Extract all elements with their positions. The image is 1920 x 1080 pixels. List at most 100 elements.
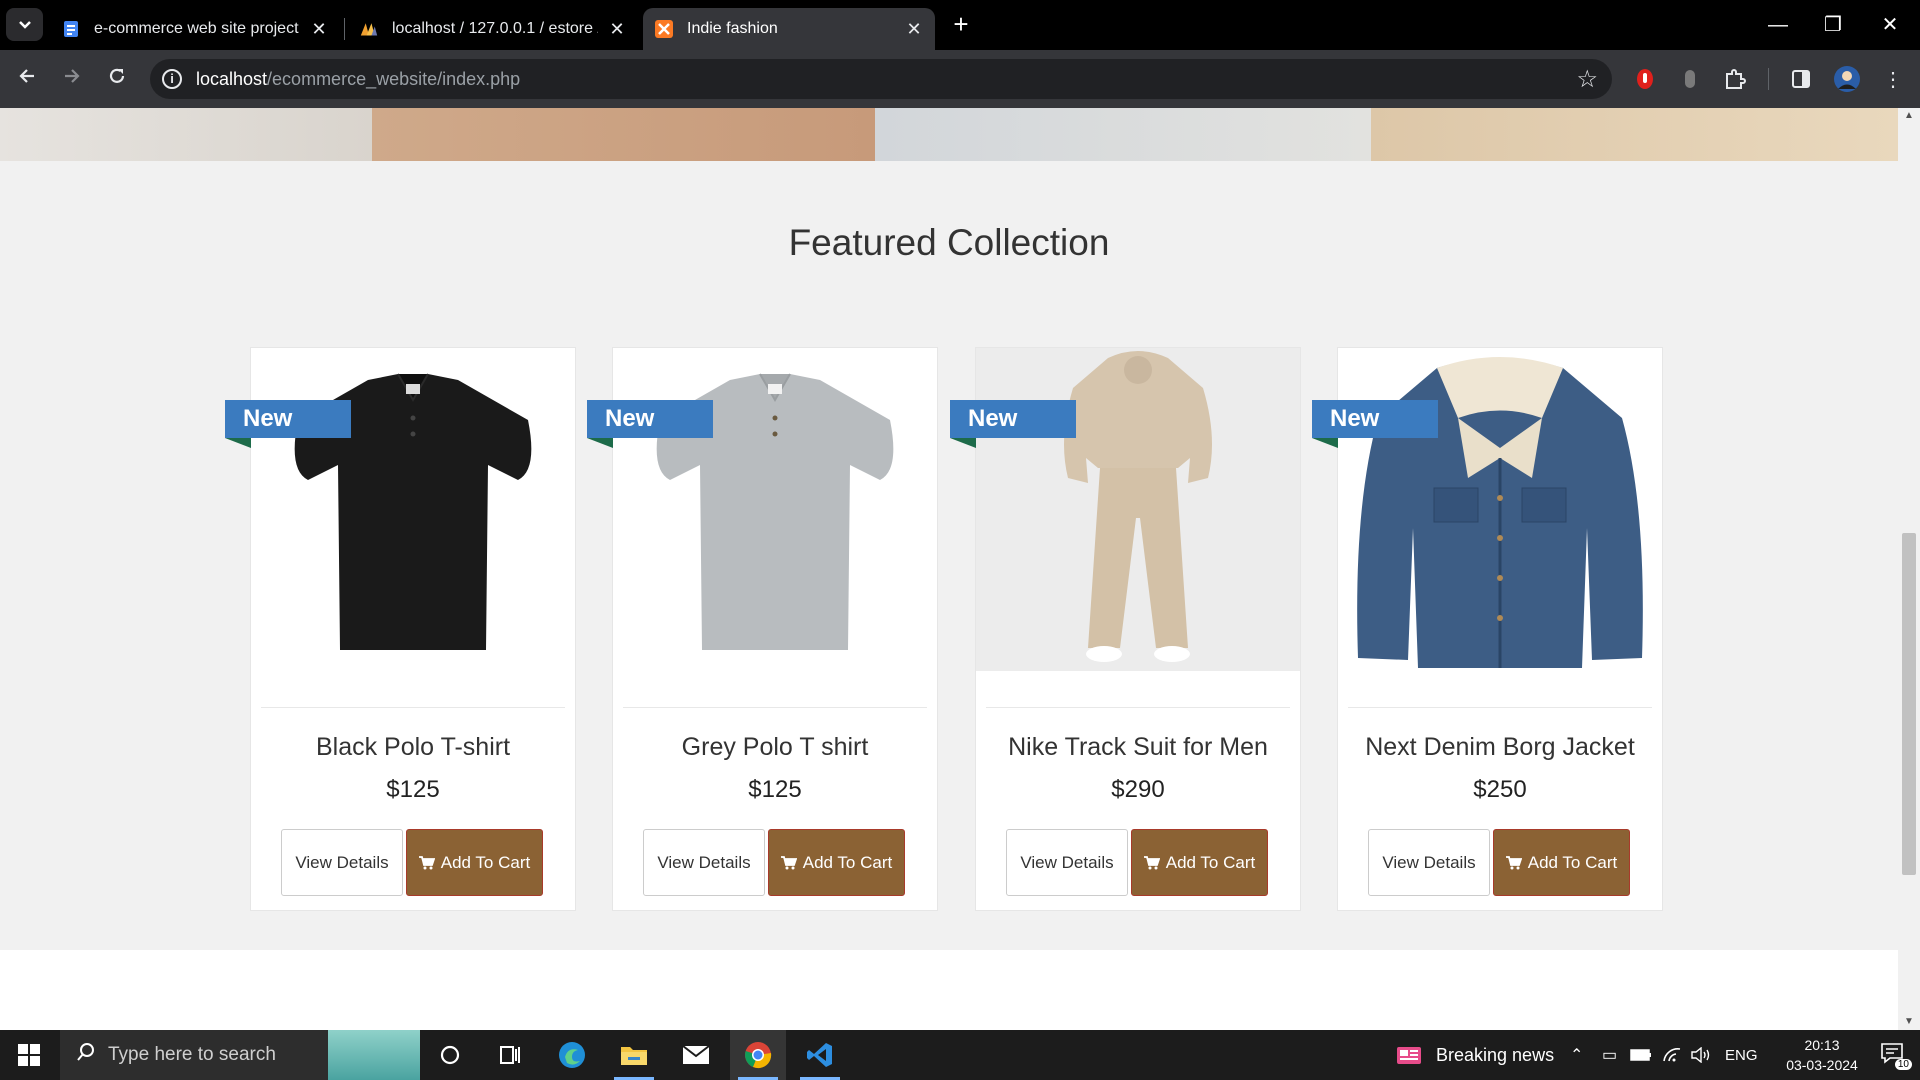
add-to-cart-label: Add To Cart	[1527, 852, 1618, 872]
news-widget[interactable]: Breaking news	[1396, 1030, 1554, 1080]
hero-banner-strip	[0, 108, 1898, 161]
cart-icon	[780, 855, 797, 870]
search-icon	[76, 1042, 96, 1068]
new-badge-fold	[1312, 438, 1338, 448]
forward-arrow-icon[interactable]	[57, 64, 87, 94]
tab-title: Indie fashion	[687, 20, 778, 37]
view-details-button[interactable]: View Details	[281, 829, 403, 896]
product-card: New Next Denim Borg Jacket $250 View Det…	[1312, 347, 1663, 911]
tab-title: e-commerce web site project | F	[94, 20, 300, 37]
reload-icon[interactable]	[102, 64, 132, 94]
card-divider	[623, 707, 927, 708]
close-icon[interactable]: ✕	[608, 20, 626, 38]
card-divider	[1348, 707, 1652, 708]
notification-center-icon[interactable]: 10	[1880, 1042, 1912, 1070]
hero-image-sneakers	[0, 108, 372, 161]
new-badge-fold	[950, 438, 976, 448]
product-image[interactable]	[251, 348, 575, 671]
new-badge: New	[1312, 400, 1438, 438]
tray-chevron-up-icon[interactable]: ⌃	[1570, 1030, 1583, 1080]
notification-count-badge: 10	[1894, 1059, 1912, 1070]
close-icon[interactable]: ✕	[905, 20, 923, 38]
new-badge: New	[225, 400, 351, 438]
hero-image-boots	[1371, 108, 1898, 161]
view-details-button[interactable]: View Details	[1006, 829, 1128, 896]
toolbar-divider	[1768, 68, 1769, 90]
volume-icon[interactable]	[1690, 1030, 1712, 1080]
battery-icon[interactable]	[1630, 1030, 1652, 1080]
add-to-cart-label: Add To Cart	[1165, 852, 1256, 872]
product-name: Black Polo T-shirt	[315, 733, 511, 761]
next-section-band	[0, 950, 1898, 1030]
close-icon[interactable]: ✕	[310, 20, 328, 38]
product-image[interactable]	[1338, 348, 1662, 671]
xampp-icon	[655, 20, 673, 38]
info-icon[interactable]: i	[162, 69, 182, 89]
mail-icon[interactable]	[668, 1030, 724, 1080]
address-bar[interactable]: i localhost/ecommerce_website/index.php …	[150, 59, 1612, 99]
tab-ecommerce-project[interactable]: e-commerce web site project | F ✕	[50, 8, 340, 50]
product-price: $125	[748, 776, 802, 803]
view-details-button[interactable]: View Details	[1368, 829, 1490, 896]
hero-image-leather-shoes	[372, 108, 875, 161]
product-card: New Grey Polo T shirt $125 View Details …	[587, 347, 938, 911]
cortana-icon[interactable]	[422, 1030, 478, 1080]
product-image[interactable]	[613, 348, 937, 671]
edge-icon[interactable]	[544, 1030, 600, 1080]
product-image[interactable]	[976, 348, 1300, 671]
add-to-cart-button[interactable]: Add To Cart	[768, 829, 905, 896]
side-panel-icon[interactable]	[1786, 64, 1816, 94]
extension-grey-icon[interactable]	[1675, 64, 1705, 94]
add-to-cart-button[interactable]: Add To Cart	[406, 829, 543, 896]
hero-image-sandals	[875, 108, 1371, 161]
tab-search-button[interactable]	[6, 8, 43, 41]
taskbar-clock[interactable]: 20:13 03-03-2024	[1782, 1035, 1862, 1075]
tab-phpmyadmin[interactable]: localhost / 127.0.0.1 / estore / c ✕	[348, 8, 638, 50]
input-language[interactable]: ENG	[1725, 1030, 1758, 1080]
restore-icon[interactable]: ❐	[1818, 10, 1848, 40]
meet-now-icon[interactable]: ▭	[1602, 1030, 1617, 1080]
clock-date: 03-03-2024	[1786, 1057, 1858, 1073]
product-name: Next Denim Borg Jacket	[1365, 733, 1635, 761]
new-badge: New	[950, 400, 1076, 438]
taskbar-search-box[interactable]: Type here to search	[60, 1030, 420, 1080]
profile-avatar[interactable]	[1832, 64, 1862, 94]
minimize-icon[interactable]: —	[1763, 10, 1793, 40]
scroll-down-arrow-icon[interactable]: ▼	[1903, 1016, 1915, 1027]
card-divider	[261, 707, 565, 708]
url-host: localhost	[196, 69, 268, 89]
page-scrollbar[interactable]: ▲ ▼	[1898, 108, 1920, 1030]
extension-red-icon[interactable]	[1630, 64, 1660, 94]
add-to-cart-button[interactable]: Add To Cart	[1493, 829, 1630, 896]
product-card: New Black Polo T-shirt $125 View Details…	[225, 347, 576, 911]
add-to-cart-button[interactable]: Add To Cart	[1131, 829, 1268, 896]
new-badge-fold	[587, 438, 613, 448]
phpmyadmin-icon	[360, 20, 378, 38]
bookmark-star-icon[interactable]: ☆	[1576, 65, 1598, 94]
clock-time: 20:13	[1804, 1037, 1840, 1053]
product-price: $290	[1111, 776, 1165, 803]
scroll-up-arrow-icon[interactable]: ▲	[1903, 110, 1915, 121]
back-arrow-icon[interactable]	[12, 64, 42, 94]
browser-toolbar: i localhost/ecommerce_website/index.php …	[0, 50, 1920, 108]
taskbar-search-placeholder: Type here to search	[108, 1044, 276, 1065]
tab-indie-fashion[interactable]: Indie fashion ✕	[643, 8, 935, 50]
windows-taskbar: Type here to search Breaking news ⌃ ▭ EN…	[0, 1030, 1920, 1080]
wifi-icon[interactable]	[1662, 1030, 1682, 1080]
url-path: /ecommerce_website/index.php	[267, 69, 521, 89]
add-to-cart-label: Add To Cart	[440, 852, 531, 872]
new-tab-button[interactable]: +	[948, 11, 974, 38]
close-window-icon[interactable]: ✕	[1875, 10, 1905, 40]
vscode-icon[interactable]	[792, 1030, 848, 1080]
menu-kebab-icon[interactable]: ⋮	[1878, 64, 1908, 94]
card-divider	[986, 707, 1290, 708]
task-view-icon[interactable]	[482, 1030, 538, 1080]
scrollbar-thumb[interactable]	[1902, 533, 1916, 875]
windows-start-icon[interactable]	[18, 1044, 40, 1066]
add-to-cart-label: Add To Cart	[802, 852, 893, 872]
extensions-puzzle-icon[interactable]	[1720, 64, 1750, 94]
chrome-icon[interactable]	[730, 1030, 786, 1080]
view-details-button[interactable]: View Details	[643, 829, 765, 896]
file-explorer-icon[interactable]	[606, 1030, 662, 1080]
doc-icon	[62, 20, 80, 38]
